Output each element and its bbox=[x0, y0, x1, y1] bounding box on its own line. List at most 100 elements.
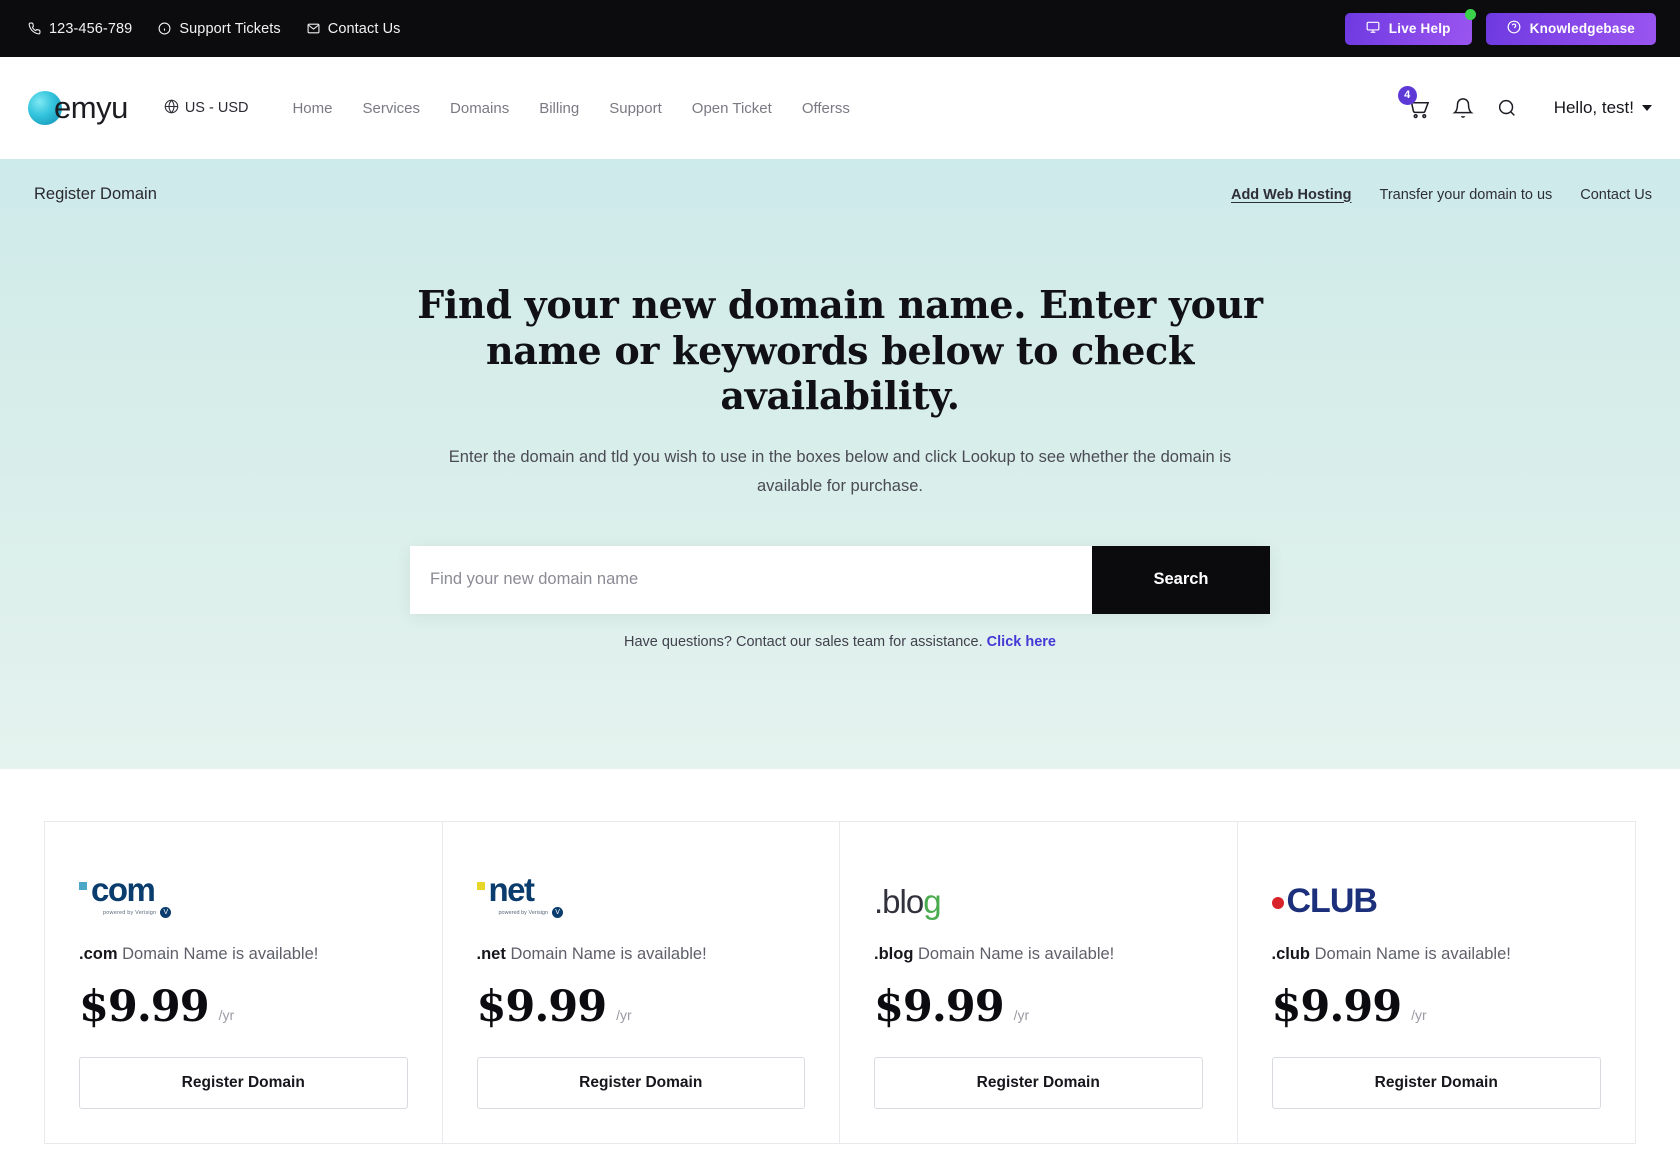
phone-number: 123-456-789 bbox=[49, 20, 133, 37]
chat-icon bbox=[1366, 20, 1380, 37]
club-logo-word: CLUB bbox=[1286, 882, 1378, 920]
nav-item-support[interactable]: Support bbox=[609, 100, 662, 117]
domain-search-input[interactable] bbox=[410, 545, 1092, 614]
availability-text-club: .club Domain Name is available! bbox=[1272, 945, 1602, 964]
price-com: $9.99 bbox=[79, 982, 210, 1032]
nav-item-offers[interactable]: Offerss bbox=[802, 100, 850, 117]
live-help-button[interactable]: Live Help bbox=[1344, 8, 1476, 45]
price-row-blog: $9.99 /yr bbox=[874, 986, 1203, 1029]
domain-search-button[interactable]: Search bbox=[1092, 545, 1270, 614]
register-domain-button-blog[interactable]: Register Domain bbox=[874, 1057, 1203, 1109]
com-logo-sub: powered by Verisign bbox=[103, 909, 157, 916]
price-row-net: $9.99 /yr bbox=[477, 986, 806, 1029]
notifications-button[interactable] bbox=[1452, 97, 1474, 119]
blog-logo-word: .blog bbox=[874, 883, 942, 920]
envelope-icon bbox=[307, 22, 320, 35]
availability-message-net: Domain Name is available! bbox=[510, 945, 707, 963]
register-domain-button-net[interactable]: Register Domain bbox=[476, 1057, 805, 1109]
nav-right-group: 4 Hello, test! bbox=[1397, 85, 1652, 120]
com-logo-word: com bbox=[91, 870, 156, 908]
tld-results-section: com powered by Verisign V .com Domain Na… bbox=[0, 769, 1680, 1144]
sub-navigation-bar: Register Domain Add Web Hosting Transfer… bbox=[0, 159, 1680, 204]
user-greeting-label: Hello, test! bbox=[1553, 98, 1634, 117]
tld-card-club: CLUB .club Domain Name is available! $9.… bbox=[1238, 822, 1636, 1143]
com-accent-square-icon bbox=[79, 882, 87, 891]
tld-logo-com: com powered by Verisign V bbox=[79, 866, 408, 918]
subnav-add-web-hosting[interactable]: Add Web Hosting bbox=[1231, 187, 1352, 203]
availability-message-club: Domain Name is available! bbox=[1314, 945, 1511, 963]
register-domain-button-com[interactable]: Register Domain bbox=[79, 1057, 408, 1109]
tld-logo-blog: .blog bbox=[874, 866, 1203, 918]
knowledgebase-label: Knowledgebase bbox=[1529, 21, 1635, 36]
contact-us-label: Contact Us bbox=[327, 20, 401, 37]
support-tickets-label: Support Tickets bbox=[179, 20, 281, 37]
tld-card-blog: .blog .blog Domain Name is available! $9… bbox=[840, 822, 1238, 1143]
hero-content: Find your new domain name. Enter your na… bbox=[0, 204, 1680, 650]
register-domain-button-club[interactable]: Register Domain bbox=[1271, 1057, 1601, 1109]
subnav-transfer-domain[interactable]: Transfer your domain to us bbox=[1380, 187, 1553, 203]
support-tickets-link[interactable]: Support Tickets bbox=[158, 20, 281, 37]
topbar-left-group: 123-456-789 Support Tickets Contact Us bbox=[28, 21, 401, 37]
tld-name-net: .net bbox=[476, 945, 506, 963]
tld-logo-net: net powered by Verisign V bbox=[476, 866, 806, 918]
net-logo-word: net bbox=[488, 870, 536, 908]
tld-card-net: net powered by Verisign V .net Domain Na… bbox=[443, 822, 840, 1143]
price-row-com: $9.99 /yr bbox=[79, 986, 408, 1029]
live-help-status-dot bbox=[1464, 8, 1476, 20]
nav-item-billing[interactable]: Billing bbox=[539, 100, 579, 117]
knowledgebase-button[interactable]: Knowledgebase bbox=[1485, 12, 1656, 45]
cart-count-badge: 4 bbox=[1397, 85, 1417, 105]
subnav-contact-us[interactable]: Contact Us bbox=[1580, 187, 1652, 203]
availability-message-blog: Domain Name is available! bbox=[918, 945, 1115, 963]
price-club: $9.99 bbox=[1271, 982, 1403, 1032]
hero-section: Register Domain Add Web Hosting Transfer… bbox=[0, 159, 1680, 769]
hero-help-link[interactable]: Click here bbox=[987, 634, 1056, 650]
club-accent-dot-icon bbox=[1271, 896, 1284, 909]
contact-us-link[interactable]: Contact Us bbox=[307, 21, 401, 37]
user-menu[interactable]: Hello, test! bbox=[1554, 98, 1652, 118]
subnav-links: Add Web Hosting Transfer your domain to … bbox=[1231, 187, 1652, 203]
price-period-com: /yr bbox=[218, 1007, 235, 1023]
price-row-club: $9.99 /yr bbox=[1272, 986, 1602, 1029]
verisign-badge-icon: V bbox=[160, 907, 172, 918]
tld-name-blog: .blog bbox=[874, 945, 914, 963]
logo-text: emyu bbox=[54, 90, 128, 125]
nav-item-services[interactable]: Services bbox=[362, 100, 420, 117]
net-accent-square-icon bbox=[476, 882, 485, 891]
breadcrumb: Register Domain bbox=[34, 185, 157, 203]
domain-search-form: Search bbox=[410, 545, 1270, 614]
price-net: $9.99 bbox=[476, 982, 608, 1032]
top-utility-bar: 123-456-789 Support Tickets Contact Us L… bbox=[0, 0, 1680, 57]
availability-text-blog: .blog Domain Name is available! bbox=[874, 945, 1203, 964]
chevron-down-icon bbox=[1642, 105, 1652, 111]
phone-icon bbox=[28, 22, 41, 35]
availability-text-com: .com Domain Name is available! bbox=[79, 945, 408, 964]
price-period-net: /yr bbox=[616, 1007, 632, 1023]
price-period-blog: /yr bbox=[1013, 1007, 1030, 1023]
page-title: Find your new domain name. Enter your na… bbox=[417, 282, 1263, 419]
bell-icon bbox=[1452, 98, 1474, 118]
nav-item-domains[interactable]: Domains bbox=[450, 100, 509, 117]
primary-menu: Home Services Domains Billing Support Op… bbox=[292, 100, 849, 117]
currency-label: US - USD bbox=[184, 100, 249, 116]
tld-card-com: com powered by Verisign V .com Domain Na… bbox=[45, 822, 443, 1143]
site-logo[interactable]: emyu bbox=[28, 90, 128, 126]
globe-icon bbox=[164, 98, 179, 118]
net-logo-sub: powered by Verisign bbox=[498, 909, 549, 916]
currency-selector[interactable]: US - USD bbox=[164, 98, 249, 118]
search-button[interactable] bbox=[1496, 97, 1518, 119]
cart-button[interactable]: 4 bbox=[1397, 85, 1430, 120]
tld-card-grid: com powered by Verisign V .com Domain Na… bbox=[44, 821, 1636, 1144]
nav-item-home[interactable]: Home bbox=[292, 100, 332, 117]
phone-link[interactable]: 123-456-789 bbox=[28, 21, 132, 37]
tld-name-club: .club bbox=[1271, 945, 1311, 963]
tld-name-com: .com bbox=[79, 945, 118, 963]
hero-subtitle: Enter the domain and tld you wish to use… bbox=[448, 447, 1232, 496]
nav-item-open-ticket[interactable]: Open Ticket bbox=[692, 100, 772, 117]
question-circle-icon bbox=[1507, 20, 1521, 37]
search-icon bbox=[1498, 99, 1515, 116]
price-period-club: /yr bbox=[1411, 1007, 1427, 1023]
price-blog: $9.99 bbox=[874, 982, 1005, 1032]
live-help-label: Live Help bbox=[1388, 21, 1451, 36]
info-icon bbox=[158, 22, 171, 35]
